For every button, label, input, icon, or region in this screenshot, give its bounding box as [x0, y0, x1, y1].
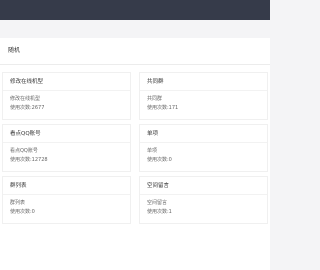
tool-card-name: 单项	[147, 131, 159, 137]
top-navigation-bar	[0, 0, 270, 20]
panel-title: 随机	[8, 47, 21, 54]
panel-divider	[0, 64, 270, 65]
tool-card-modify-online-model[interactable]: 修改在线机型 修改在线机型 使用次数:2677	[2, 72, 131, 120]
tool-card-description: 空间留言	[147, 200, 168, 206]
card-divider	[3, 90, 130, 91]
tool-card-usage-count: 使用次数:171	[147, 105, 179, 111]
tool-card-name: 共同群	[147, 79, 164, 85]
tools-panel: 随机 修改在线机型 修改在线机型 使用次数:2677 共同群 共同群 使用次数:…	[0, 38, 270, 270]
card-divider	[140, 194, 267, 195]
card-divider	[3, 142, 130, 143]
card-divider	[3, 194, 130, 195]
tool-card-usage-count: 使用次数:0	[10, 209, 35, 215]
tool-card-common-groups[interactable]: 共同群 共同群 使用次数:171	[139, 72, 268, 120]
tool-card-description: 修改在线机型	[10, 96, 41, 102]
tool-card-group-list[interactable]: 群列表 群列表 使用次数:0	[2, 176, 131, 224]
tool-card-usage-count: 使用次数:1	[147, 209, 172, 215]
tool-card-description: 群列表	[10, 200, 26, 206]
tool-card-description: 共同群	[147, 96, 163, 102]
card-divider	[140, 90, 267, 91]
tool-card-name: 群列表	[10, 183, 27, 189]
tool-card-usage-count: 使用次数:2677	[10, 105, 45, 111]
tool-card-space-message[interactable]: 空间留言 空间留言 使用次数:1	[139, 176, 268, 224]
tool-card-name: 看点QQ账号	[10, 131, 41, 137]
tool-card-usage-count: 使用次数:12728	[10, 157, 48, 163]
card-divider	[140, 142, 267, 143]
tool-card-description: 单项	[147, 148, 158, 154]
tool-card-description: 看点QQ账号	[10, 148, 38, 154]
tool-card-single-item[interactable]: 单项 单项 使用次数:0	[139, 124, 268, 172]
tool-card-kandian-qq-account[interactable]: 看点QQ账号 看点QQ账号 使用次数:12728	[2, 124, 131, 172]
tool-card-name: 修改在线机型	[10, 79, 44, 85]
tool-card-usage-count: 使用次数:0	[147, 157, 172, 163]
tool-card-name: 空间留言	[147, 183, 170, 189]
